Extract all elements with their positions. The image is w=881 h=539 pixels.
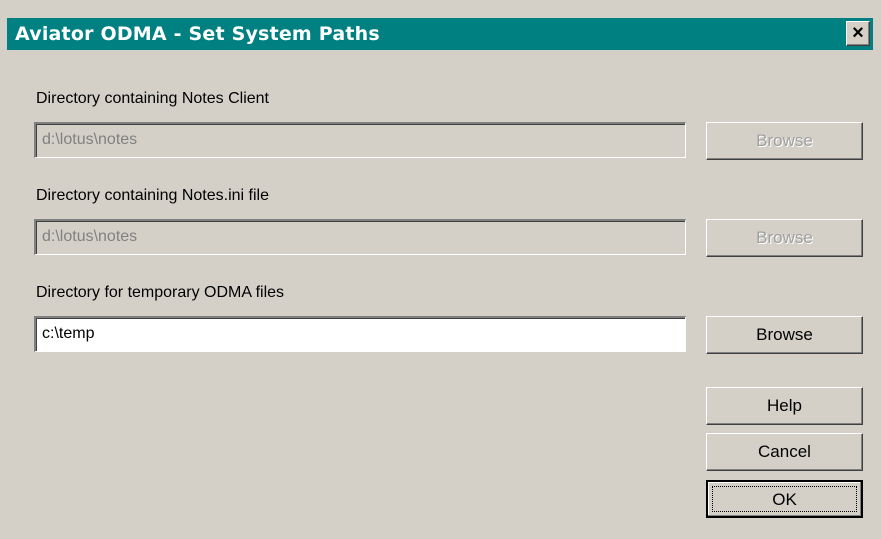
close-icon: × — [852, 22, 864, 44]
notes-ini-browse-button: Browse — [706, 219, 863, 257]
temp-dir-browse-button[interactable]: Browse — [706, 316, 863, 354]
notes-ini-label: Directory containing Notes.ini file — [36, 187, 269, 204]
temp-dir-browse-label: Browse — [756, 325, 813, 344]
notes-client-browse-label: Browse — [756, 131, 813, 150]
close-button[interactable]: × — [846, 21, 870, 46]
cancel-button[interactable]: Cancel — [706, 433, 863, 471]
notes-ini-field: d:\lotus\notes — [34, 219, 686, 255]
notes-client-label: Directory containing Notes Client — [36, 90, 269, 107]
notes-client-field: d:\lotus\notes — [34, 122, 686, 158]
help-button-label: Help — [767, 396, 802, 415]
temp-dir-label: Directory for temporary ODMA files — [36, 284, 285, 301]
ok-button-label: OK — [772, 490, 797, 509]
ok-button[interactable]: OK — [706, 480, 863, 518]
window-title: Aviator ODMA - Set System Paths — [15, 23, 380, 45]
set-system-paths-dialog: Aviator ODMA - Set System Paths × Direct… — [0, 0, 881, 539]
notes-client-browse-button: Browse — [706, 122, 863, 160]
cancel-button-label: Cancel — [758, 442, 811, 461]
notes-ini-browse-label: Browse — [756, 228, 813, 247]
title-bar[interactable]: Aviator ODMA - Set System Paths × — [7, 18, 873, 50]
help-button[interactable]: Help — [706, 387, 863, 425]
temp-dir-field[interactable]: c:\temp — [34, 316, 686, 352]
